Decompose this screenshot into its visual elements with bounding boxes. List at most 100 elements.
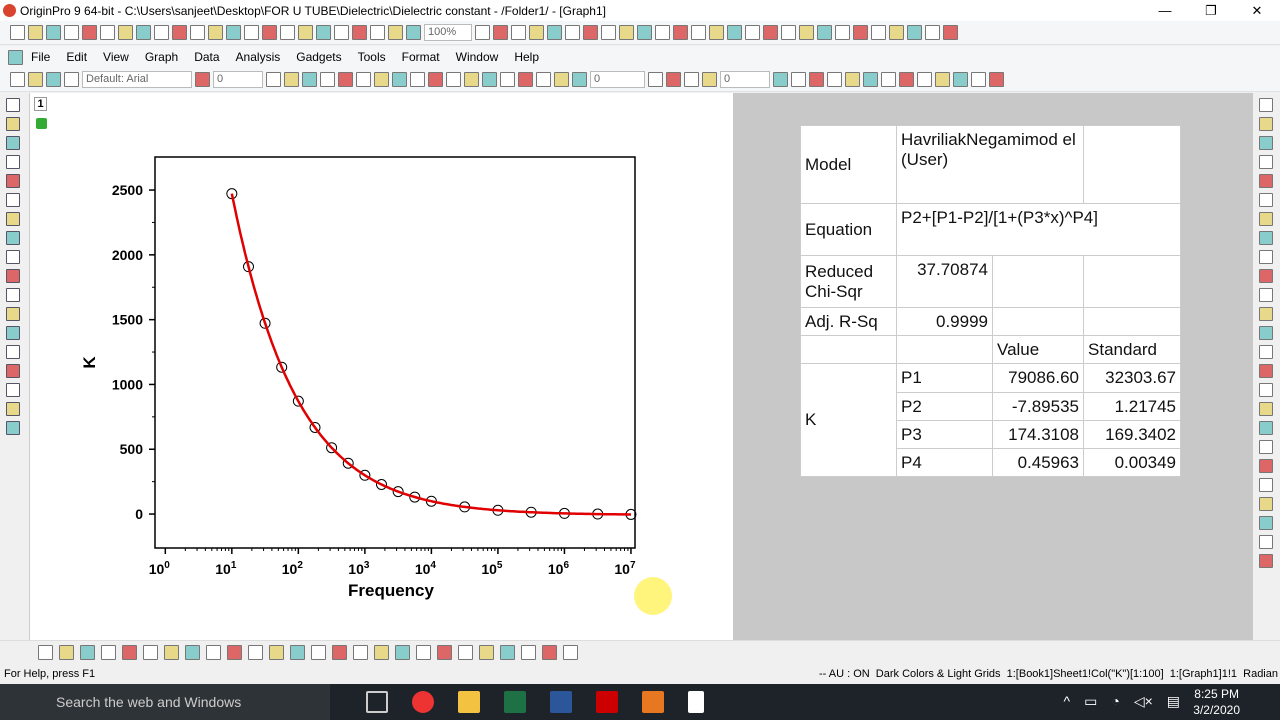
menu-help[interactable]: Help (506, 50, 547, 64)
data-reader-icon[interactable] (6, 155, 20, 169)
merge-icon[interactable] (1259, 307, 1273, 321)
menu-data[interactable]: Data (186, 50, 227, 64)
zoom-out-icon[interactable] (6, 136, 20, 150)
origin-taskbar-icon[interactable] (642, 691, 664, 713)
new-layout-icon[interactable] (136, 25, 151, 40)
open-excel-icon[interactable] (226, 25, 241, 40)
line-style-icon[interactable] (899, 72, 914, 87)
scatter-icon[interactable] (59, 645, 74, 660)
greek-icon[interactable] (773, 72, 788, 87)
stacked-icon[interactable] (479, 645, 494, 660)
new-excel-icon[interactable] (583, 25, 598, 40)
export-icon[interactable] (943, 25, 958, 40)
new-matrix-icon[interactable] (100, 25, 115, 40)
pattern-icon[interactable] (428, 72, 443, 87)
menu-graph[interactable]: Graph (137, 50, 186, 64)
graph-window-icon[interactable] (8, 49, 23, 65)
menu-gadgets[interactable]: Gadgets (288, 50, 349, 64)
subscript-icon[interactable] (702, 72, 717, 87)
new-matrix-icon[interactable] (619, 25, 634, 40)
template-icon[interactable] (269, 645, 284, 660)
add-x-icon[interactable] (1259, 554, 1273, 568)
ellipse-icon[interactable] (6, 326, 20, 340)
copy-icon[interactable] (518, 72, 533, 87)
align-icon[interactable] (1259, 269, 1273, 283)
rescale-icon[interactable] (6, 383, 20, 397)
open-icon[interactable] (190, 25, 205, 40)
line-width-select[interactable]: 0 (590, 71, 645, 88)
font-size-select[interactable]: 0 (213, 71, 263, 88)
font-icon[interactable] (64, 72, 79, 87)
graph-page[interactable]: 0 500 1000 1500 2000 2500 100 101 102 103 104 105 10… (30, 93, 733, 640)
new-report-icon[interactable] (172, 25, 187, 40)
text-icon[interactable] (6, 250, 20, 264)
add-right-icon[interactable] (1259, 421, 1273, 435)
3d-icon[interactable] (542, 645, 557, 660)
extract-icon[interactable] (1259, 345, 1273, 359)
copy-icon[interactable] (953, 72, 968, 87)
open-icon[interactable] (709, 25, 724, 40)
draw-data-icon[interactable] (6, 212, 20, 226)
zoom-icon[interactable] (370, 25, 385, 40)
line-symbol2-icon[interactable] (101, 645, 116, 660)
font-select[interactable]: Default: Arial (82, 71, 192, 88)
import-ascii-icon[interactable] (817, 25, 832, 40)
histogram-icon[interactable] (248, 645, 263, 660)
new-workbook-icon[interactable] (46, 25, 61, 40)
add-x-icon[interactable] (1259, 364, 1273, 378)
system-tray[interactable]: ^ ▭ ◔ ◁× ▤ (1064, 693, 1180, 710)
lock-icon[interactable] (36, 118, 47, 129)
menu-tools[interactable]: Tools (350, 50, 394, 64)
plot-setup-icon[interactable] (290, 645, 305, 660)
greek-icon[interactable] (338, 72, 353, 87)
minimize-button[interactable]: — (1142, 0, 1188, 21)
save-icon[interactable] (244, 25, 259, 40)
batch-icon[interactable] (853, 25, 868, 40)
arrange-icon[interactable] (1259, 516, 1273, 530)
pointer-icon[interactable] (6, 98, 20, 112)
new-function-icon[interactable] (118, 25, 133, 40)
import-multi-icon[interactable] (835, 25, 850, 40)
stacked-icon[interactable] (143, 645, 158, 660)
maximize-button[interactable]: ❐ (1188, 0, 1234, 21)
border-icon[interactable] (917, 72, 932, 87)
merge-icon[interactable] (1259, 497, 1273, 511)
cut-icon[interactable] (935, 72, 950, 87)
add-top-icon[interactable] (1259, 402, 1273, 416)
italic-icon[interactable] (266, 72, 281, 87)
task-view-icon[interactable] (366, 691, 388, 713)
import-multi-icon[interactable] (316, 25, 331, 40)
new-report-icon[interactable] (691, 25, 706, 40)
increase-font-icon[interactable] (356, 72, 371, 87)
import-ascii-icon[interactable] (298, 25, 313, 40)
layer-indicator[interactable]: 1 (34, 97, 47, 111)
open-template-icon[interactable] (208, 25, 223, 40)
open-excel-icon[interactable] (745, 25, 760, 40)
paste-icon[interactable] (536, 72, 551, 87)
new-folder-icon[interactable] (28, 25, 43, 40)
paste-icon[interactable] (46, 72, 61, 87)
pattern-size-select[interactable]: 0 (720, 71, 770, 88)
chrome-icon[interactable] (412, 691, 434, 713)
fill-color-icon[interactable] (410, 72, 425, 87)
import-icon[interactable] (280, 25, 295, 40)
fill-color-icon[interactable] (845, 72, 860, 87)
group-icon[interactable] (353, 645, 368, 660)
zoom-icon[interactable] (889, 25, 904, 40)
menu-analysis[interactable]: Analysis (228, 50, 289, 64)
zoom-select[interactable]: 100% (424, 24, 472, 41)
screen-reader-icon[interactable] (6, 174, 20, 188)
border-icon[interactable] (482, 72, 497, 87)
pan-icon[interactable] (6, 345, 20, 359)
presentation-icon[interactable] (406, 25, 421, 40)
word-icon[interactable] (550, 691, 572, 713)
close-button[interactable]: ✕ (1234, 0, 1280, 21)
menu-window[interactable]: Window (448, 50, 507, 64)
arrange-icon[interactable] (1259, 326, 1273, 340)
decrease-font-icon[interactable] (809, 72, 824, 87)
new-folder-icon[interactable] (547, 25, 562, 40)
zoom-icon[interactable] (332, 645, 347, 660)
new-excel-icon[interactable] (64, 25, 79, 40)
fit-results-table[interactable]: Model HavriliakNegamimod el (User) Equati… (800, 125, 1182, 477)
align-icon[interactable] (392, 72, 407, 87)
